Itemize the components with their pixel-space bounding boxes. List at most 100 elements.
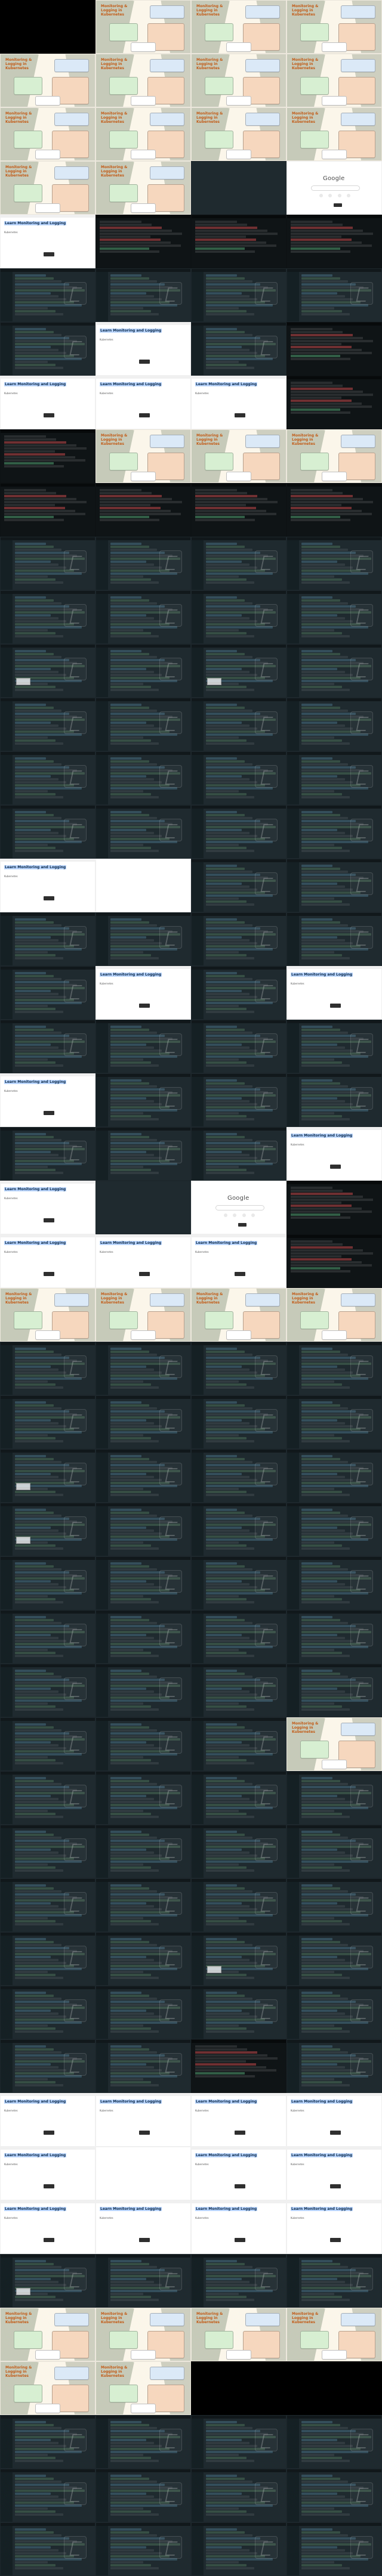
code-line bbox=[110, 2496, 154, 2498]
editor-logo-icon bbox=[255, 2536, 278, 2559]
terminal-line bbox=[195, 2069, 276, 2072]
code-line bbox=[301, 1088, 356, 1091]
code-line bbox=[110, 1401, 141, 1404]
code-line bbox=[110, 581, 159, 584]
terminal-line bbox=[291, 400, 352, 402]
code-line bbox=[15, 1425, 66, 1428]
primary-button[interactable] bbox=[44, 2131, 54, 2135]
shortcut-icon[interactable] bbox=[251, 1213, 255, 1217]
terminal-line bbox=[4, 459, 85, 462]
primary-button[interactable] bbox=[235, 1272, 245, 1276]
primary-button[interactable] bbox=[330, 2238, 341, 2242]
shortcut-icon[interactable] bbox=[242, 1213, 246, 1217]
heading-highlight: Learn Monitoring and Logging bbox=[195, 382, 258, 386]
code-line bbox=[15, 722, 51, 724]
code-line bbox=[110, 1795, 146, 1797]
shortcut-icon[interactable] bbox=[233, 1213, 237, 1217]
code-line bbox=[110, 2561, 143, 2563]
primary-button[interactable] bbox=[44, 1272, 54, 1276]
editor-sidebar bbox=[96, 540, 108, 590]
window-titlebar bbox=[1, 1772, 95, 1775]
terminal-line bbox=[291, 397, 341, 399]
code-editor-thumbnail bbox=[96, 1771, 191, 1825]
google-search-input[interactable] bbox=[215, 1205, 264, 1210]
google-search-button[interactable] bbox=[238, 1223, 247, 1227]
shortcut-icon[interactable] bbox=[328, 194, 332, 197]
editor-logo-icon bbox=[159, 1999, 182, 2022]
code-line bbox=[206, 1816, 254, 1818]
editor-logo-icon bbox=[159, 1087, 182, 1110]
window-titlebar bbox=[287, 537, 381, 540]
primary-button[interactable] bbox=[44, 2184, 54, 2188]
terminal-line bbox=[100, 224, 152, 226]
editor-sidebar bbox=[287, 1560, 299, 1609]
code-line bbox=[301, 1380, 334, 1383]
code-line bbox=[206, 954, 247, 956]
primary-button[interactable] bbox=[44, 1218, 54, 1222]
primary-button[interactable] bbox=[139, 1272, 150, 1276]
slide-title: Monitoring & Logging in Kubernetes bbox=[101, 112, 128, 124]
code-line bbox=[206, 1440, 254, 1442]
google-search-button[interactable] bbox=[334, 203, 342, 207]
code-line bbox=[301, 1640, 353, 1642]
primary-button[interactable] bbox=[139, 413, 150, 417]
shortcut-icon[interactable] bbox=[224, 1213, 227, 1217]
primary-button[interactable] bbox=[235, 413, 245, 417]
primary-button[interactable] bbox=[330, 2184, 341, 2188]
primary-button[interactable] bbox=[235, 2184, 245, 2188]
primary-button[interactable] bbox=[139, 2238, 150, 2242]
shortcut-icon[interactable] bbox=[319, 194, 323, 197]
editor-sidebar bbox=[96, 1989, 108, 2039]
primary-button[interactable] bbox=[139, 1004, 150, 1008]
diagram-box bbox=[150, 1293, 184, 1306]
primary-button[interactable] bbox=[139, 360, 150, 364]
blank-frame bbox=[96, 1181, 191, 1234]
code-line bbox=[15, 2063, 51, 2066]
code-line bbox=[301, 1601, 350, 1603]
code-line bbox=[206, 1479, 257, 1481]
code-line bbox=[15, 552, 69, 554]
primary-button[interactable] bbox=[44, 2238, 54, 2242]
terminal-titlebar bbox=[287, 323, 381, 326]
code-line bbox=[110, 1762, 159, 1764]
window-titlebar bbox=[192, 537, 286, 540]
window-titlebar bbox=[1, 1933, 95, 1936]
primary-button[interactable] bbox=[330, 1165, 341, 1169]
window-titlebar bbox=[192, 1342, 286, 1345]
primary-button[interactable] bbox=[235, 2238, 245, 2242]
terminal-line bbox=[195, 250, 255, 253]
shortcut-icon[interactable] bbox=[337, 194, 341, 197]
code-line bbox=[206, 874, 260, 876]
primary-button[interactable] bbox=[44, 896, 54, 900]
primary-button[interactable] bbox=[44, 252, 54, 256]
diagram-box bbox=[35, 203, 60, 213]
code-editor-thumbnail bbox=[96, 751, 191, 805]
code-line bbox=[110, 1777, 141, 1779]
primary-button[interactable] bbox=[139, 2131, 150, 2135]
code-line bbox=[301, 1082, 340, 1085]
diagram-box bbox=[226, 1330, 251, 1340]
terminal-line bbox=[291, 1199, 373, 1201]
code-line bbox=[206, 1461, 252, 1463]
primary-button[interactable] bbox=[330, 2131, 341, 2135]
code-line bbox=[206, 1527, 242, 1529]
code-line bbox=[110, 832, 154, 834]
primary-button[interactable] bbox=[44, 413, 54, 417]
code-editor-thumbnail bbox=[0, 2469, 96, 2522]
code-line bbox=[15, 1777, 46, 1779]
shortcut-icon[interactable] bbox=[346, 194, 350, 197]
window-titlebar bbox=[1, 967, 95, 970]
primary-button[interactable] bbox=[44, 1111, 54, 1115]
code-line bbox=[206, 1455, 237, 1457]
primary-button[interactable] bbox=[235, 2131, 245, 2135]
code-line bbox=[15, 632, 56, 634]
google-search-input[interactable] bbox=[311, 185, 360, 191]
editor-sidebar bbox=[192, 2526, 204, 2575]
editor-logo-icon bbox=[159, 1141, 182, 1163]
code-line bbox=[206, 1401, 237, 1404]
code-line bbox=[15, 957, 63, 959]
code-line bbox=[206, 886, 249, 888]
code-line bbox=[110, 1670, 141, 1672]
code-line bbox=[301, 1348, 332, 1350]
primary-button[interactable] bbox=[330, 1004, 341, 1008]
